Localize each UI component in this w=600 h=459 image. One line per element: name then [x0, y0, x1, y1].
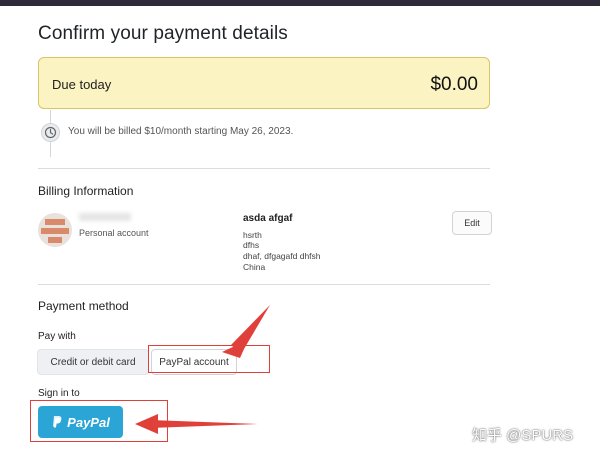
watermark: 知乎 @SPURS	[472, 427, 574, 444]
annotation-arrow-head-icon	[135, 414, 158, 434]
annotation-arrow-icon	[150, 420, 258, 428]
annotation-arrows	[135, 305, 270, 434]
